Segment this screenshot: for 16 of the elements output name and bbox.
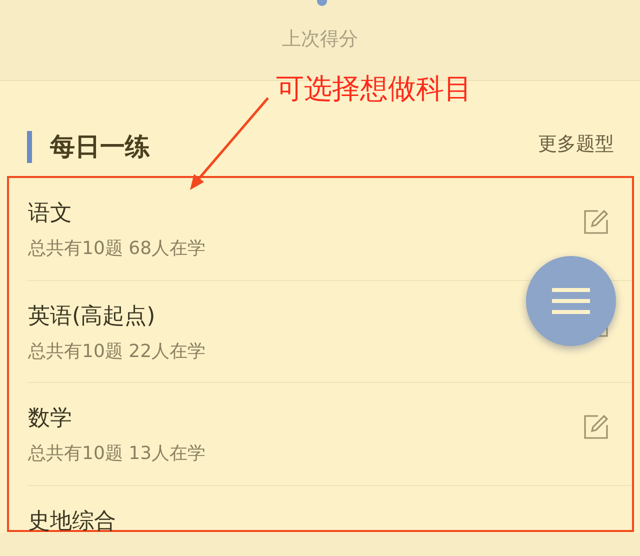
subject-summary: 总共有10题 68人在学 — [28, 237, 206, 260]
section-accent-bar — [27, 130, 32, 162]
edit-icon[interactable] — [582, 413, 610, 442]
subject-name: 语文 — [28, 200, 73, 228]
subject-name: 英语(高起点) — [28, 302, 156, 331]
more-link[interactable]: 更多题型 — [538, 130, 614, 156]
section-title: 每日一练 — [50, 131, 150, 163]
subject-summary: 总共有10题 22人在学 — [28, 340, 206, 363]
subject-row[interactable]: 语文 总共有10题 68人在学 — [9, 178, 632, 280]
subject-name: 数学 — [28, 405, 73, 434]
annotation-text: 可选择想做科目 — [276, 71, 472, 107]
score-label: 上次得分 — [282, 27, 358, 52]
edit-icon[interactable] — [582, 208, 610, 236]
subject-summary: 总共有10题 13人在学 — [28, 442, 206, 466]
menu-icon — [552, 286, 590, 316]
subject-row[interactable]: 数学 总共有10题 13人在学 — [9, 383, 632, 486]
